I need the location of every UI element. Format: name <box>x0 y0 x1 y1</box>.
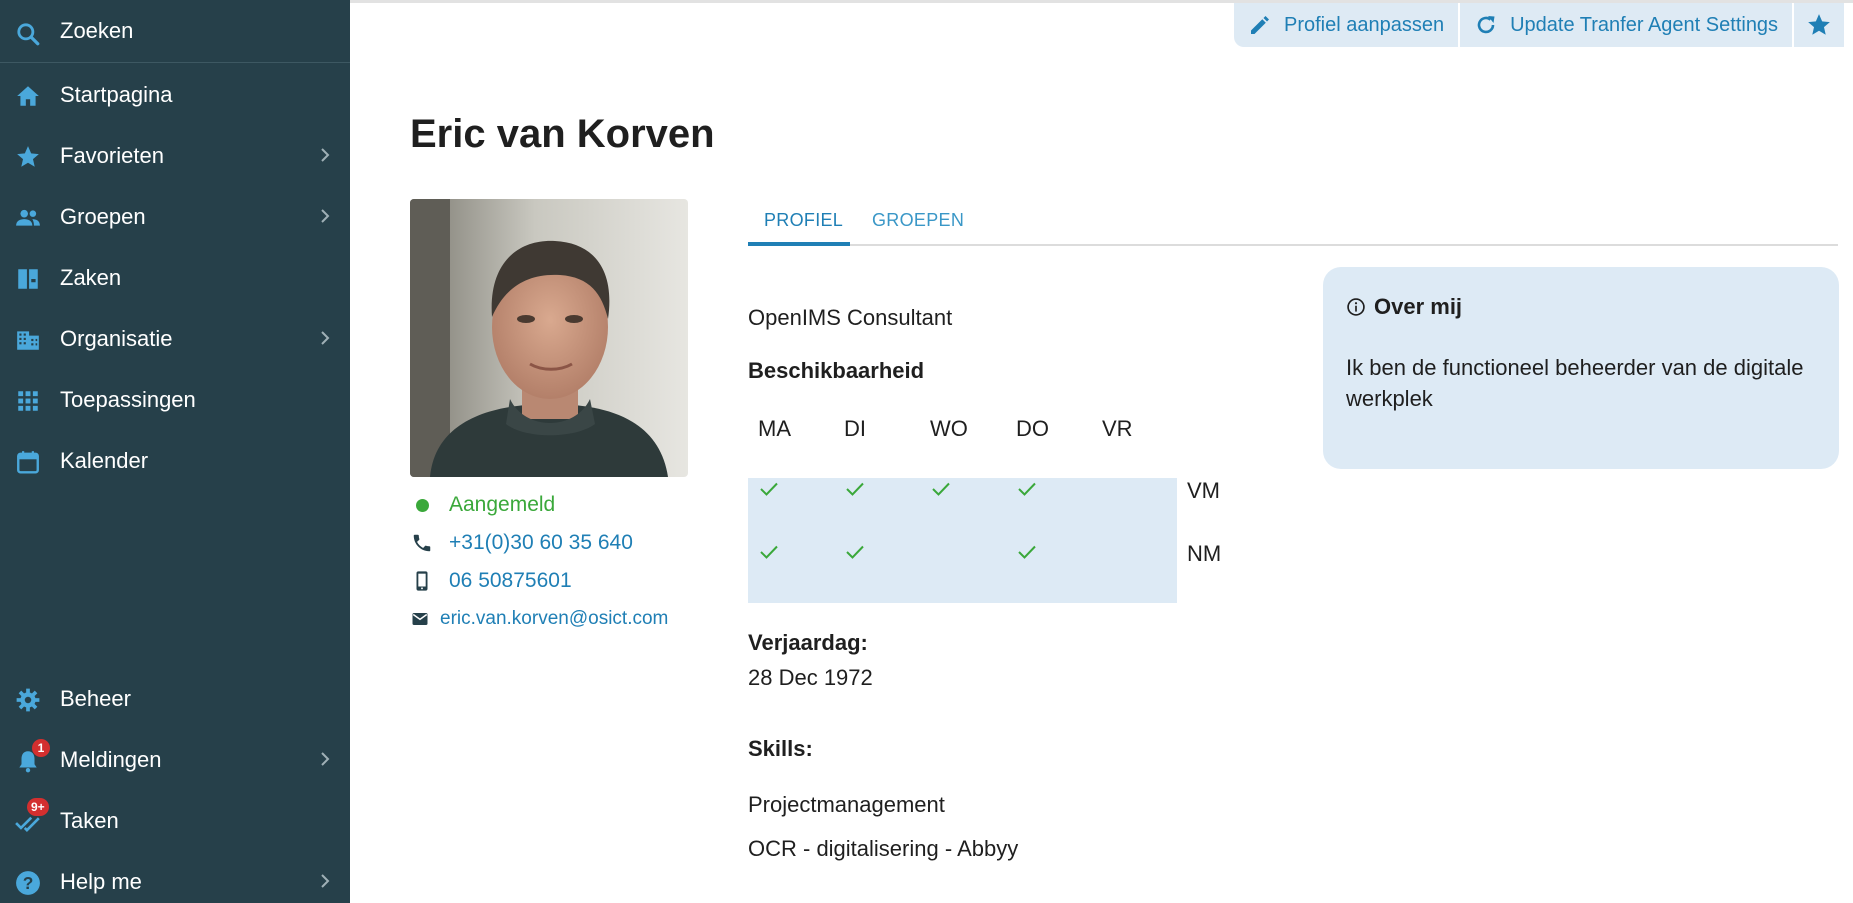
availability-grid <box>748 478 1177 603</box>
sidebar-item-beheer[interactable]: Beheer <box>0 670 350 728</box>
phone-number: +31(0)30 60 35 640 <box>449 531 633 554</box>
email-link[interactable]: eric.van.korven@osict.com <box>410 607 668 631</box>
skills-label: Skills: <box>748 736 813 761</box>
availability-check-icon <box>760 482 778 496</box>
day-header: MA <box>758 416 791 441</box>
availability-check-icon <box>932 482 950 496</box>
tab-groepen[interactable]: GROEPEN <box>872 210 964 231</box>
availability-check-icon <box>1018 482 1036 496</box>
email-address: eric.van.korven@osict.com <box>440 608 669 629</box>
home-icon <box>17 86 39 106</box>
calendar-icon <box>17 451 39 474</box>
profile-photo <box>410 199 688 477</box>
about-heading: Over mij <box>1346 294 1462 320</box>
refresh-icon <box>1477 16 1495 34</box>
sidebar-item-organisatie[interactable]: Organisatie <box>0 310 350 368</box>
search-icon <box>17 23 40 46</box>
pencil-icon <box>1251 16 1269 34</box>
page-title: Eric van Korven <box>410 112 715 156</box>
sidebar-item-zoeken[interactable]: Zoeken <box>0 0 350 63</box>
birthday-label: Verjaardag: <box>748 630 868 655</box>
chevron-right-icon <box>321 874 330 888</box>
day-header: WO <box>930 416 968 441</box>
sidebar-item-taken[interactable]: 9+ Taken <box>0 792 350 850</box>
chevron-right-icon <box>321 331 330 345</box>
chevron-right-icon <box>321 148 330 162</box>
profile-tabs: PROFIEL GROEPEN <box>748 198 1838 246</box>
birthday-value: 28 Dec 1972 <box>748 665 873 690</box>
phone-link[interactable]: +31(0)30 60 35 640 <box>410 531 633 555</box>
sidebar-item-label: Zaken <box>60 265 122 290</box>
sidebar-item-label: Startpagina <box>60 82 173 107</box>
availability-check-icon <box>760 545 778 559</box>
star-icon <box>17 146 39 167</box>
phone-icon <box>413 534 431 552</box>
sidebar-item-kalender[interactable]: Kalender <box>0 432 350 490</box>
job-title: OpenIMS Consultant <box>748 305 953 330</box>
sidebar-item-label: Toepassingen <box>60 387 196 412</box>
status-text: Aangemeld <box>449 493 556 516</box>
sidebar-item-label: Beheer <box>60 686 131 711</box>
svg-text:?: ? <box>23 873 34 893</box>
sidebar-item-zaken[interactable]: Zaken <box>0 249 350 307</box>
day-header: DO <box>1016 416 1049 441</box>
about-me-panel: Over mij Ik ben de functioneel beheerder… <box>1323 267 1839 469</box>
edit-profile-label: Profiel aanpassen <box>1284 13 1445 36</box>
mobile-number: 06 50875601 <box>449 569 572 592</box>
chevron-right-icon <box>321 209 330 223</box>
folders-icon <box>18 269 38 289</box>
sidebar-item-meldingen[interactable]: 1 Meldingen <box>0 731 350 789</box>
day-header: VR <box>1102 416 1133 441</box>
online-dot-icon <box>415 498 429 512</box>
update-settings-label: Update Tranfer Agent Settings <box>1510 13 1779 36</box>
day-header: DI <box>844 416 866 441</box>
help-icon: ? <box>16 871 40 895</box>
row-label-vm: VM <box>1187 478 1220 503</box>
sidebar-item-label: Kalender <box>60 448 149 473</box>
sidebar: Zoeken Startpagina Favorieten Groepen Za… <box>0 0 350 903</box>
sidebar-item-groepen[interactable]: Groepen <box>0 188 350 246</box>
availability-check-icon <box>846 545 864 559</box>
action-bar: Profiel aanpassen Update Tranfer Agent S… <box>1234 3 1845 47</box>
star-icon <box>1808 14 1830 35</box>
people-icon <box>16 209 40 226</box>
mobile-phone-icon <box>416 571 428 591</box>
row-label-nm: NM <box>1187 541 1222 566</box>
availability-check-icon <box>846 482 864 496</box>
sidebar-item-startpagina[interactable]: Startpagina <box>0 66 350 124</box>
about-text: Ik ben de functioneel beheerder van de d… <box>1346 355 1804 411</box>
availability-heading: Beschikbaarheid <box>748 358 925 383</box>
apps-grid-icon <box>18 391 38 411</box>
sidebar-item-label: Organisatie <box>60 326 173 351</box>
sidebar-item-help-me[interactable]: ? Help me <box>0 853 350 903</box>
sidebar-item-label: Meldingen <box>60 747 162 772</box>
mobile-link[interactable]: 06 50875601 <box>410 569 572 593</box>
update-settings-button[interactable]: Update Tranfer Agent Settings <box>1458 3 1792 47</box>
sidebar-item-label: Favorieten <box>60 143 164 168</box>
tasks-badge: 9+ <box>27 798 49 816</box>
skill-item: OCR - digitalisering - Abbyy <box>748 836 1019 861</box>
active-tab-indicator <box>748 242 850 246</box>
about-heading-text: Over mij <box>1374 294 1463 319</box>
edit-profile-button[interactable]: Profiel aanpassen <box>1234 3 1458 47</box>
notification-badge: 1 <box>32 739 50 757</box>
sidebar-item-label: Groepen <box>60 204 146 229</box>
skill-item: Projectmanagement <box>748 792 945 817</box>
sidebar-item-label: Help me <box>60 869 142 894</box>
mail-icon <box>412 613 428 625</box>
status-indicator: Aangemeld <box>410 493 555 517</box>
sidebar-item-toepassingen[interactable]: Toepassingen <box>0 371 350 429</box>
gear-icon <box>16 688 40 712</box>
availability-check-icon <box>1018 545 1036 559</box>
building-icon <box>17 331 39 350</box>
sidebar-item-label: Zoeken <box>60 18 134 43</box>
sidebar-item-favorieten[interactable]: Favorieten <box>0 127 350 185</box>
chevron-right-icon <box>321 752 330 766</box>
favorite-button[interactable] <box>1792 3 1844 47</box>
sidebar-item-label: Taken <box>60 808 119 833</box>
info-icon <box>1347 298 1365 316</box>
tab-profiel[interactable]: PROFIEL <box>764 210 843 231</box>
